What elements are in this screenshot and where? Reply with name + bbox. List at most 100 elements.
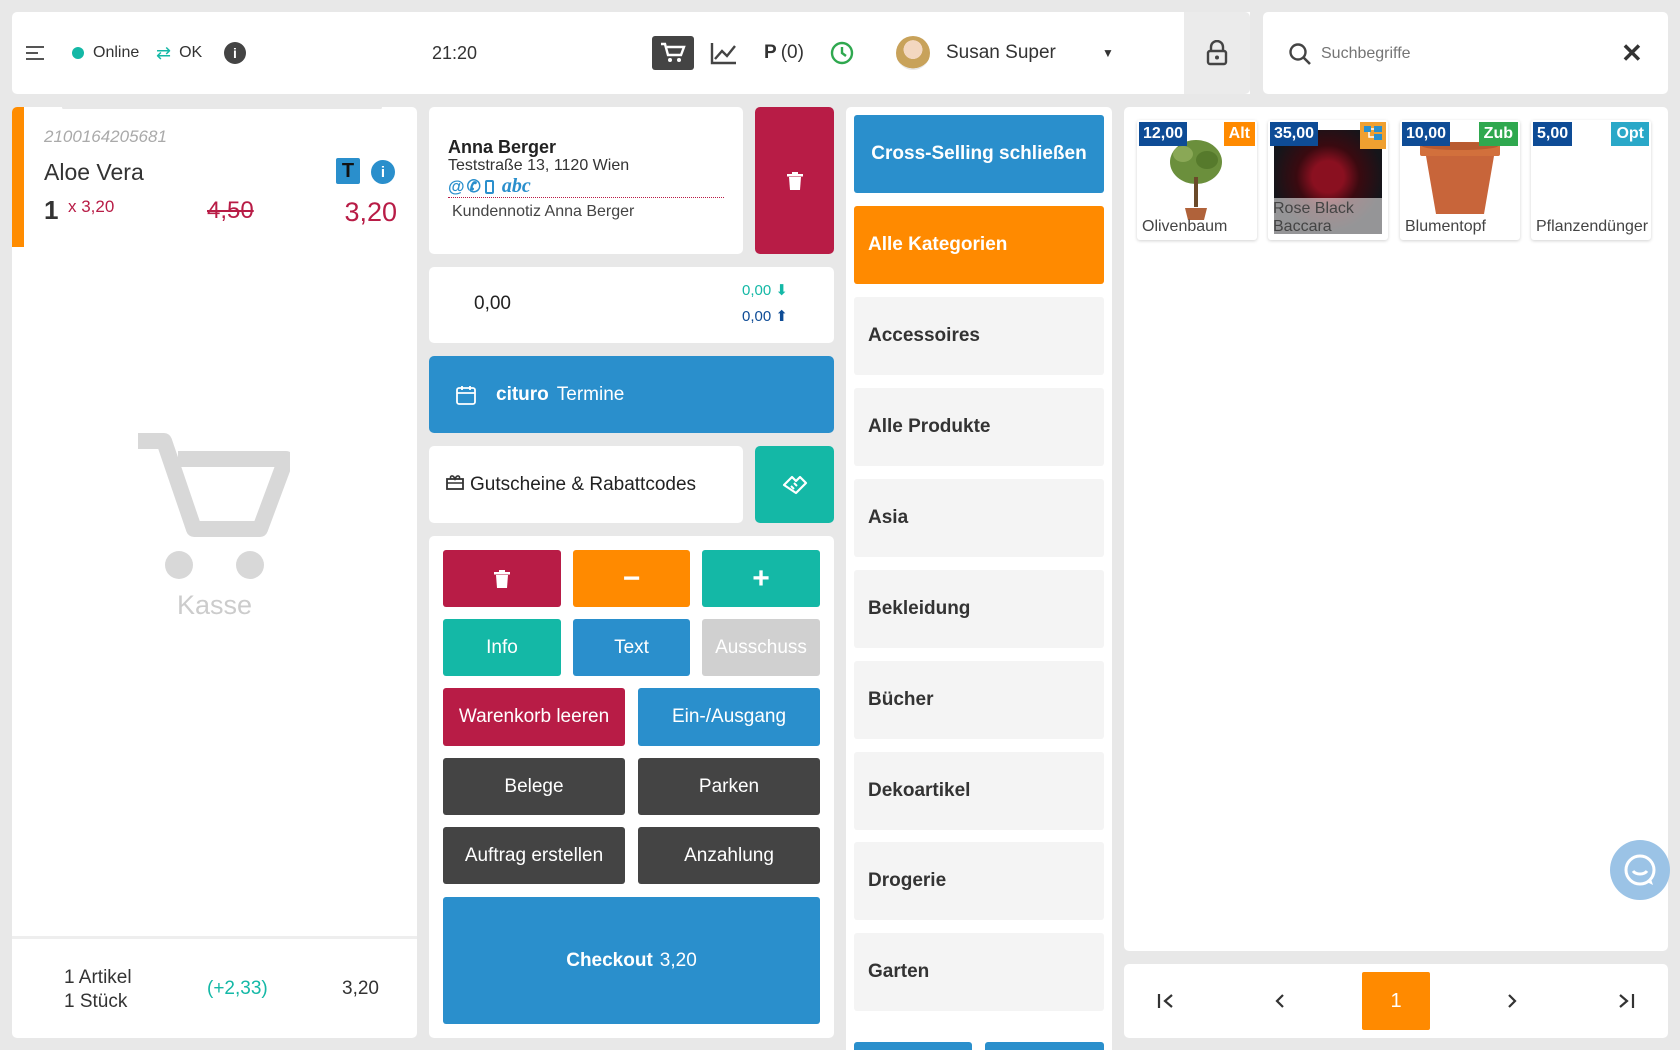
top-bar: Online ⇄ OK i 21:20 P (0) Susan Super ▼ — [12, 12, 1250, 94]
parked-orders[interactable]: P (0) — [764, 12, 804, 94]
email-icon: @ — [448, 176, 465, 196]
appointments-button[interactable]: cituro Termine — [429, 356, 834, 433]
product-price: 10,00 — [1402, 122, 1451, 146]
receipts-button[interactable]: Belege — [443, 758, 625, 815]
item-quantity: 1 — [44, 195, 59, 225]
previous-page-icon[interactable] — [1250, 972, 1310, 1030]
product-tile[interactable]: 10,00 Zub Blumentopf — [1400, 120, 1520, 240]
cart-tab[interactable] — [652, 12, 694, 94]
chat-icon — [1624, 854, 1656, 886]
item-price: 3,20 — [344, 197, 397, 227]
trash-icon — [786, 171, 803, 190]
category-scroll-right-button[interactable] — [985, 1042, 1104, 1050]
chat-button[interactable] — [1610, 840, 1670, 900]
delete-item-button[interactable] — [443, 550, 561, 607]
user-menu[interactable]: Susan Super ▼ — [896, 12, 1114, 94]
category-item[interactable]: Dekoartikel — [854, 752, 1104, 830]
item-name: Aloe Vera — [44, 159, 144, 185]
user-name: Susan Super — [946, 42, 1056, 63]
arrow-down-icon: ⬇ — [771, 282, 788, 299]
gift-icon — [446, 474, 464, 495]
cart-margin: (+2,33) — [207, 978, 268, 999]
clear-cart-button[interactable]: Warenkorb leeren — [443, 688, 625, 746]
menu-icon[interactable] — [26, 12, 44, 94]
decrease-quantity-button[interactable]: − — [573, 550, 690, 607]
category-item[interactable]: Garten — [854, 933, 1104, 1011]
arrow-up-icon: ⬆ — [771, 308, 788, 325]
remove-customer-button[interactable] — [755, 107, 834, 254]
customer-text-abc: abc — [501, 175, 531, 197]
create-order-button[interactable]: Auftrag erstellen — [443, 827, 625, 884]
divider — [62, 107, 382, 109]
next-page-icon[interactable] — [1482, 972, 1542, 1030]
parked-count: (0) — [780, 42, 804, 63]
product-name: Pflanzendünger — [1536, 218, 1649, 235]
handshake-icon — [782, 475, 807, 494]
current-page-button[interactable]: 1 — [1362, 972, 1430, 1030]
category-item[interactable]: Asia — [854, 479, 1104, 557]
checkout-button[interactable]: Checkout 3,20 — [443, 897, 820, 1024]
calendar-icon — [456, 385, 476, 405]
cash-in-out-button[interactable]: Ein-/Ausgang — [638, 688, 820, 746]
park-button[interactable]: Parken — [638, 758, 820, 815]
flowerpot-image — [1420, 142, 1500, 214]
search-input[interactable] — [1321, 40, 1601, 68]
scrap-button[interactable]: Ausschuss — [702, 619, 820, 676]
variants-icon — [1364, 126, 1382, 140]
statistics-icon[interactable] — [710, 12, 738, 94]
avatar — [896, 36, 930, 70]
product-tile[interactable]: 5,00 Opt Pflanzendünger — [1531, 120, 1651, 240]
product-tile[interactable]: 12,00 Alt Olivenbaum — [1137, 120, 1257, 240]
appointments-brand: cituro — [496, 383, 549, 405]
close-cross-selling-button[interactable]: Cross-Selling schließen — [854, 115, 1104, 193]
category-all-categories[interactable]: Alle Kategorien — [854, 206, 1104, 284]
discount-button[interactable] — [755, 446, 834, 523]
customer-card[interactable]: Anna Berger Teststraße 13, 1120 Wien @ ✆… — [429, 107, 743, 254]
article-count: 1 Artikel — [64, 967, 132, 988]
balance-up: 0,00 ⬆ — [742, 307, 788, 325]
product-name: Olivenbaum — [1142, 218, 1228, 235]
increase-quantity-button[interactable]: + — [702, 550, 820, 607]
item-unit-price: x 3,20 — [68, 197, 115, 216]
category-item[interactable]: Bekleidung — [854, 570, 1104, 648]
item-barcode: 2100164205681 — [44, 127, 167, 146]
category-item[interactable]: Accessoires — [854, 297, 1104, 375]
text-badge-icon[interactable]: T — [336, 158, 360, 184]
category-item[interactable]: Drogerie — [854, 842, 1104, 920]
item-info-icon[interactable]: i — [371, 160, 395, 184]
minus-icon: − — [622, 561, 641, 595]
category-item[interactable]: Bücher — [854, 661, 1104, 739]
phone-icon: ✆ — [466, 176, 481, 196]
cart-summary-counts: 1 Artikel 1 Stück — [64, 966, 132, 1014]
text-button[interactable]: Text — [573, 619, 690, 676]
balance-value: 0,00 — [474, 293, 511, 314]
product-name: Blumentopf — [1405, 218, 1486, 235]
online-dot-icon — [72, 47, 84, 59]
product-tile[interactable]: 35,00 Rose Black Baccara — [1268, 120, 1388, 240]
product-variant-tag — [1360, 122, 1386, 149]
product-tag: Opt — [1611, 122, 1649, 146]
clock-icon[interactable] — [830, 12, 854, 94]
first-page-icon[interactable] — [1136, 972, 1196, 1030]
checkout-label: Checkout — [566, 949, 653, 971]
search-icon — [1289, 43, 1311, 65]
clear-search-icon[interactable]: ✕ — [1621, 38, 1643, 69]
cart-line-item[interactable]: 2100164205681 Aloe Vera T i 1 x 3,20 4,5… — [12, 107, 417, 247]
last-page-icon[interactable] — [1596, 972, 1656, 1030]
appointments-label: Termine — [556, 383, 625, 405]
info-button[interactable]: Info — [443, 619, 561, 676]
trash-icon — [494, 569, 510, 588]
deposit-button[interactable]: Anzahlung — [638, 827, 820, 884]
empty-cart-icon — [138, 433, 290, 579]
vouchers-button[interactable]: Gutscheine & Rabattcodes — [429, 446, 743, 523]
search-bar: ✕ — [1263, 12, 1668, 94]
lock-button[interactable] — [1184, 12, 1250, 94]
info-icon[interactable]: i — [224, 12, 246, 94]
product-price: 35,00 — [1270, 122, 1319, 146]
category-item[interactable]: Alle Produkte — [854, 388, 1104, 466]
category-scroll-left-button[interactable] — [854, 1042, 972, 1050]
product-tag: Alt — [1223, 122, 1255, 146]
balance-down: 0,00 ⬇ — [742, 281, 788, 299]
vouchers-label: Gutscheine & Rabattcodes — [470, 473, 697, 495]
product-name: Rose Black Baccara — [1273, 200, 1354, 235]
